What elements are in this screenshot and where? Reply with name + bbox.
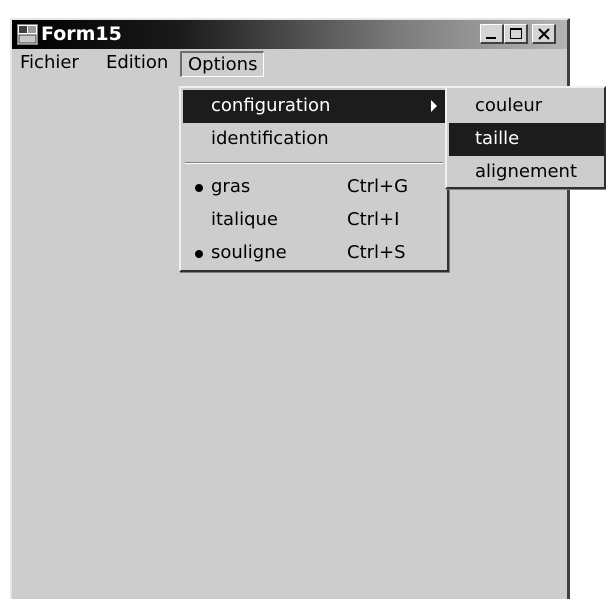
menu-options[interactable]: Options <box>180 51 265 77</box>
close-button[interactable] <box>532 24 556 44</box>
close-icon <box>538 28 550 40</box>
menu-item-souligne[interactable]: souligne Ctrl+S <box>183 237 445 270</box>
submenu-arrow-icon <box>431 100 437 112</box>
menu-item-label: gras <box>211 176 251 197</box>
menu-item-label: couleur <box>475 95 543 116</box>
menu-item-configuration[interactable]: configuration <box>183 90 445 123</box>
menu-item-label: italique <box>211 209 278 230</box>
submenu-item-alignement[interactable]: alignement <box>449 156 604 189</box>
submenu-item-couleur[interactable]: couleur <box>449 90 604 123</box>
menu-item-label: identification <box>211 128 329 149</box>
menu-edition[interactable]: Edition <box>100 51 174 77</box>
maximize-icon <box>510 28 522 39</box>
window-title: Form15 <box>41 23 122 45</box>
menu-item-label: configuration <box>211 95 331 116</box>
submenu-item-taille[interactable]: taille <box>449 123 604 156</box>
menu-item-shortcut: Ctrl+I <box>347 209 400 230</box>
checked-bullet-icon <box>195 250 203 258</box>
title-bar[interactable]: Form15 <box>12 20 567 49</box>
maximize-button[interactable] <box>504 24 528 44</box>
menu-item-shortcut: Ctrl+G <box>347 176 409 197</box>
options-dropdown: configuration identification gras Ctrl+G… <box>179 86 449 272</box>
menu-item-label: alignement <box>475 161 578 182</box>
app-icon[interactable] <box>17 24 38 45</box>
menu-item-shortcut: Ctrl+S <box>347 242 406 263</box>
menu-item-gras[interactable]: gras Ctrl+G <box>183 171 445 204</box>
menu-item-italique[interactable]: italique Ctrl+I <box>183 204 445 237</box>
menu-fichier[interactable]: Fichier <box>14 51 85 77</box>
menu-item-identification[interactable]: identification <box>183 123 445 156</box>
minimize-icon <box>486 37 496 39</box>
menu-bar: Fichier Edition Options <box>12 49 567 79</box>
minimize-button[interactable] <box>480 24 504 44</box>
configuration-submenu: couleur taille alignement <box>445 86 606 189</box>
menu-separator <box>185 162 443 164</box>
menu-item-label: taille <box>475 128 520 149</box>
menu-item-label: souligne <box>211 242 287 263</box>
checked-bullet-icon <box>195 184 203 192</box>
